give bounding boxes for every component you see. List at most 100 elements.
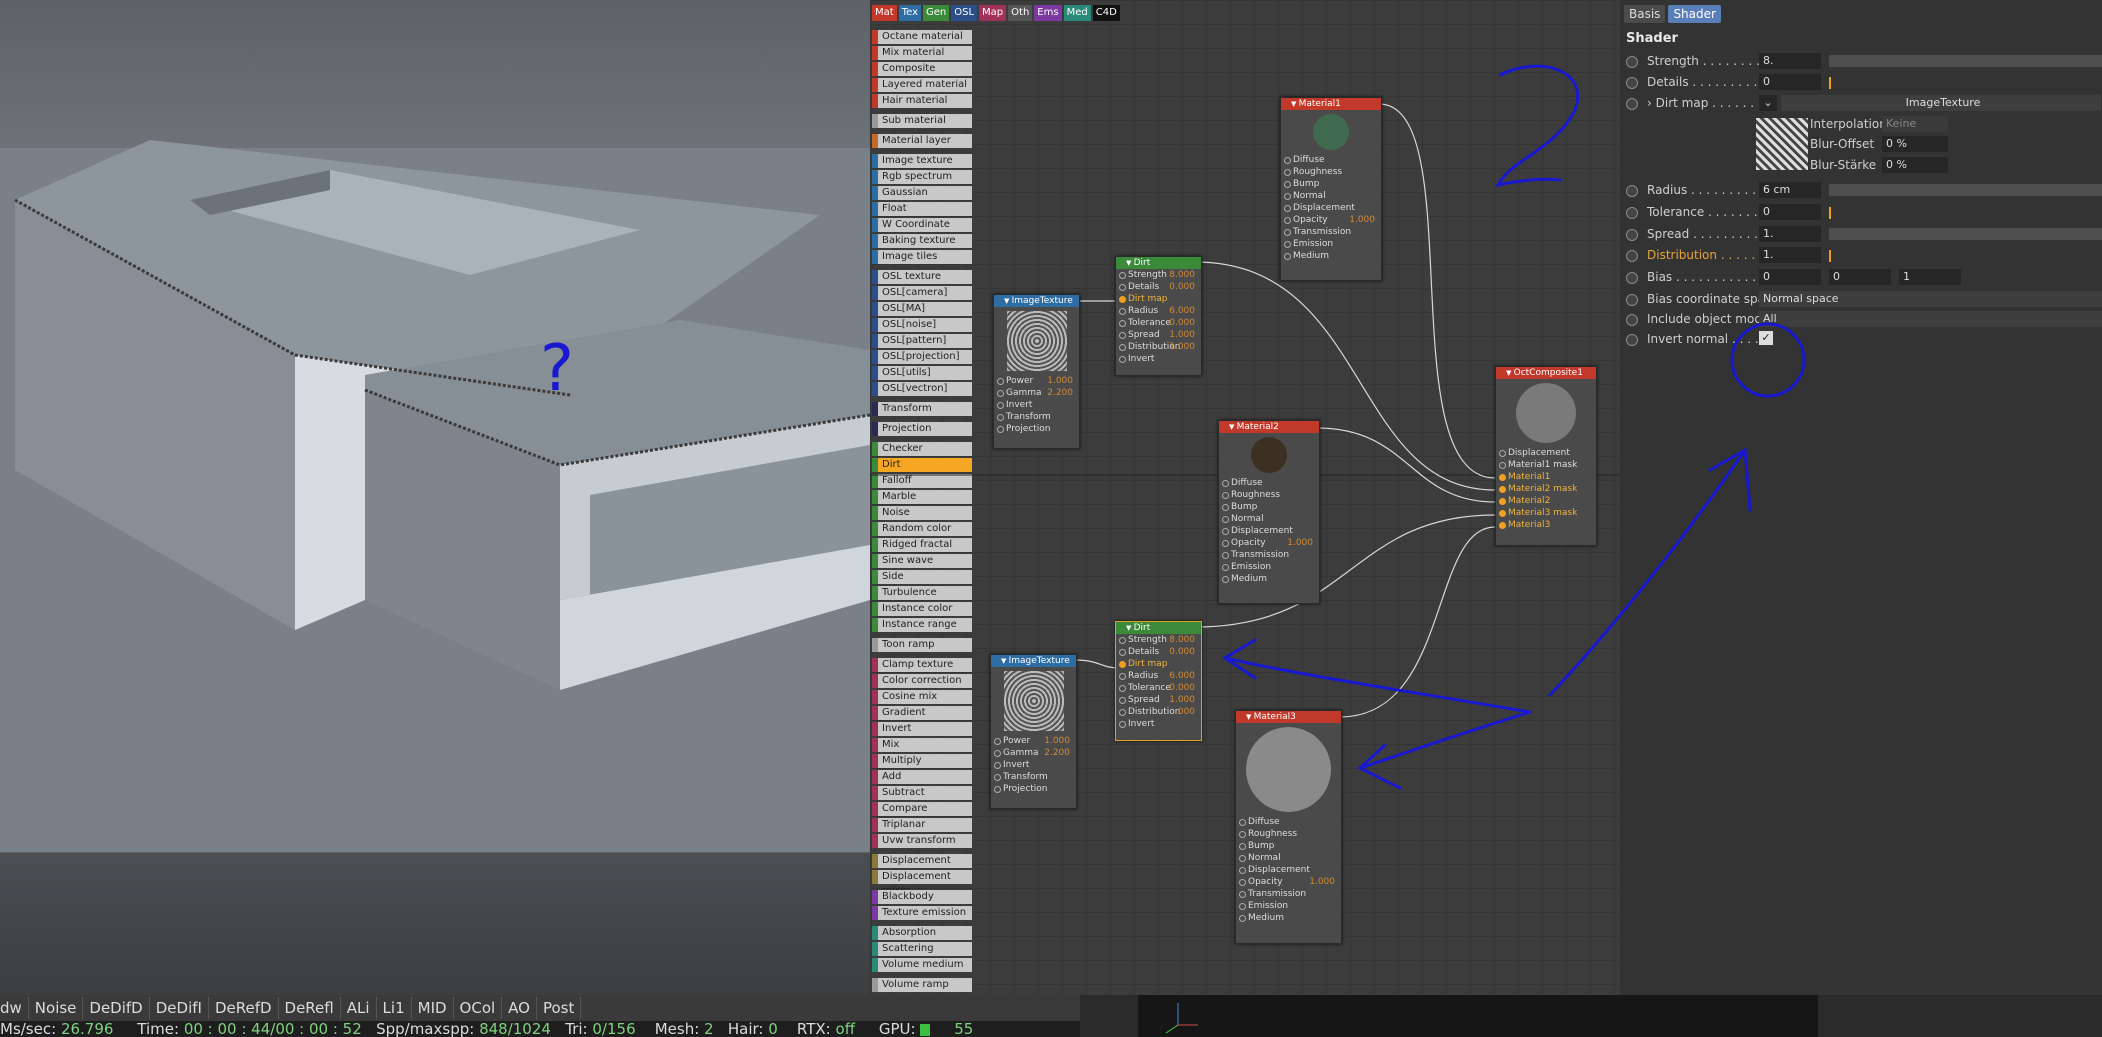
port-socket-icon[interactable] bbox=[1222, 516, 1229, 523]
node-header[interactable]: ▼ Dirt bbox=[1116, 622, 1201, 634]
node-port[interactable]: Diffuse bbox=[1236, 816, 1341, 828]
port-socket-icon[interactable] bbox=[994, 738, 1001, 745]
port-socket-icon[interactable] bbox=[1284, 169, 1291, 176]
node-port[interactable]: Projection bbox=[991, 783, 1076, 795]
render-viewport[interactable]: ? bbox=[0, 0, 870, 995]
node-material1[interactable]: ▼ Material1 Diffuse Roughness Bump Normal Dis… bbox=[1280, 97, 1382, 281]
node-port[interactable]: Roughness bbox=[1219, 489, 1319, 501]
node-port[interactable]: Emission bbox=[1281, 238, 1381, 250]
node-port[interactable]: Material3 bbox=[1496, 519, 1596, 531]
render-pass-button-mid[interactable]: MID bbox=[412, 997, 454, 1019]
bias-space-select[interactable]: Normal space bbox=[1759, 291, 2102, 307]
port-socket-icon[interactable] bbox=[1222, 564, 1229, 571]
node-header[interactable]: ▼ Material3 bbox=[1236, 711, 1341, 723]
node-port[interactable]: Opacity 1.000 bbox=[1236, 876, 1341, 888]
distribution-slider[interactable] bbox=[1829, 250, 1831, 262]
chevron-right-icon[interactable]: › bbox=[1647, 96, 1652, 110]
port-socket-icon[interactable] bbox=[1239, 903, 1246, 910]
port-value[interactable]: 1.000 bbox=[1169, 329, 1195, 341]
blur-offset-input[interactable]: 0 % bbox=[1882, 136, 1948, 152]
node-port[interactable]: Emission bbox=[1236, 900, 1341, 912]
port-value[interactable]: 2.200 bbox=[1044, 747, 1070, 759]
node-material2[interactable]: ▼ Material2 Diffuse Roughness Bump Normal Dis… bbox=[1218, 420, 1320, 604]
node-port[interactable]: Opacity 1.000 bbox=[1281, 214, 1381, 226]
node-port[interactable]: Medium bbox=[1236, 912, 1341, 924]
port-socket-icon[interactable] bbox=[1499, 462, 1506, 469]
port-socket-icon[interactable] bbox=[1239, 915, 1246, 922]
node-port[interactable]: Transform bbox=[991, 771, 1076, 783]
port-socket-icon[interactable] bbox=[1239, 867, 1246, 874]
port-value[interactable]: .000 bbox=[1175, 706, 1195, 718]
node-port[interactable]: Invert bbox=[994, 399, 1079, 411]
node-dirt-1[interactable]: ▼ Dirt Strength 8.000 Details 0.000 Dirt map R… bbox=[1115, 256, 1202, 376]
port-socket-icon[interactable] bbox=[1239, 855, 1246, 862]
invert-normal-checkbox[interactable]: ✓ bbox=[1759, 331, 1773, 345]
bias-x-input[interactable]: 0 bbox=[1759, 269, 1821, 285]
port-socket-icon[interactable] bbox=[1222, 552, 1229, 559]
tab-shader[interactable]: Shader bbox=[1668, 5, 1721, 23]
node-port[interactable]: Normal bbox=[1236, 852, 1341, 864]
port-socket-icon[interactable] bbox=[1119, 649, 1126, 656]
port-value[interactable]: 2.200 bbox=[1047, 387, 1073, 399]
node-port[interactable]: Diffuse bbox=[1281, 154, 1381, 166]
port-socket-icon[interactable] bbox=[1119, 721, 1126, 728]
node-port[interactable]: Spread 1.000 bbox=[1116, 329, 1201, 341]
port-value[interactable]: 0.000 bbox=[1169, 646, 1195, 658]
node-port[interactable]: Bump bbox=[1281, 178, 1381, 190]
node-port[interactable]: Bump bbox=[1219, 501, 1319, 513]
node-header[interactable]: ▼ Material2 bbox=[1219, 421, 1319, 433]
distribution-input[interactable]: 1. bbox=[1759, 247, 1821, 263]
port-socket-icon[interactable] bbox=[1222, 576, 1229, 583]
node-port[interactable]: Bump bbox=[1236, 840, 1341, 852]
port-socket-icon[interactable] bbox=[1119, 709, 1126, 716]
port-value[interactable]: 1.000 bbox=[1169, 694, 1195, 706]
node-port[interactable]: Opacity 1.000 bbox=[1219, 537, 1319, 549]
port-socket-icon[interactable] bbox=[1284, 229, 1291, 236]
node-port[interactable]: Dirt map bbox=[1116, 293, 1201, 305]
node-port[interactable]: Power 1.000 bbox=[991, 735, 1076, 747]
port-value[interactable]: 1.000 bbox=[1047, 375, 1073, 387]
node-port[interactable]: Material2 bbox=[1496, 495, 1596, 507]
collapse-triangle-icon[interactable]: ▼ bbox=[1246, 713, 1254, 721]
port-socket-icon[interactable] bbox=[1222, 528, 1229, 535]
port-socket-icon[interactable] bbox=[1284, 181, 1291, 188]
node-port[interactable]: Material3 mask bbox=[1496, 507, 1596, 519]
port-value[interactable]: 8.000 bbox=[1169, 634, 1195, 646]
port-socket-icon[interactable] bbox=[1499, 522, 1506, 529]
render-pass-button-ocol[interactable]: OCol bbox=[454, 997, 503, 1019]
details-slider[interactable] bbox=[1829, 77, 1831, 89]
port-socket-icon[interactable] bbox=[994, 762, 1001, 769]
details-input[interactable]: 0 bbox=[1759, 74, 1821, 90]
node-port[interactable]: Strength 8.000 bbox=[1116, 634, 1201, 646]
port-value[interactable]: 1.000 bbox=[1044, 735, 1070, 747]
port-socket-icon[interactable] bbox=[1239, 843, 1246, 850]
include-mode-select[interactable]: All bbox=[1759, 311, 2102, 327]
node-header[interactable]: ▼ Material1 bbox=[1281, 98, 1381, 110]
node-port[interactable]: Transmission bbox=[1236, 888, 1341, 900]
node-header[interactable]: ▼ Dirt bbox=[1116, 257, 1201, 269]
port-socket-icon[interactable] bbox=[1239, 891, 1246, 898]
collapse-triangle-icon[interactable]: ▼ bbox=[1004, 297, 1012, 305]
node-port[interactable]: Material1 bbox=[1496, 471, 1596, 483]
render-pass-button-noise[interactable]: Noise bbox=[29, 997, 84, 1019]
port-socket-icon[interactable] bbox=[1119, 697, 1126, 704]
node-port[interactable]: Displacement bbox=[1496, 447, 1596, 459]
chevron-down-icon[interactable]: ⌄ bbox=[1759, 95, 1777, 111]
node-port[interactable]: Power 1.000 bbox=[994, 375, 1079, 387]
node-port[interactable]: Transmission bbox=[1281, 226, 1381, 238]
port-socket-icon[interactable] bbox=[1119, 637, 1126, 644]
keyframe-radio[interactable] bbox=[1626, 272, 1638, 284]
port-socket-icon[interactable] bbox=[1119, 685, 1126, 692]
port-value[interactable]: 1.000 bbox=[1309, 876, 1335, 888]
port-socket-icon[interactable] bbox=[1222, 492, 1229, 499]
radius-slider[interactable] bbox=[1829, 184, 2102, 196]
node-port[interactable]: Medium bbox=[1281, 250, 1381, 262]
editor-viewport[interactable] bbox=[1138, 995, 1818, 1037]
keyframe-radio[interactable] bbox=[1626, 56, 1638, 68]
port-socket-icon[interactable] bbox=[1119, 661, 1126, 668]
keyframe-radio[interactable] bbox=[1626, 98, 1638, 110]
port-socket-icon[interactable] bbox=[1222, 480, 1229, 487]
node-header[interactable]: ▼ ImageTexture bbox=[994, 295, 1079, 307]
keyframe-radio[interactable] bbox=[1626, 334, 1638, 346]
port-value[interactable]: 8.000 bbox=[1169, 269, 1195, 281]
